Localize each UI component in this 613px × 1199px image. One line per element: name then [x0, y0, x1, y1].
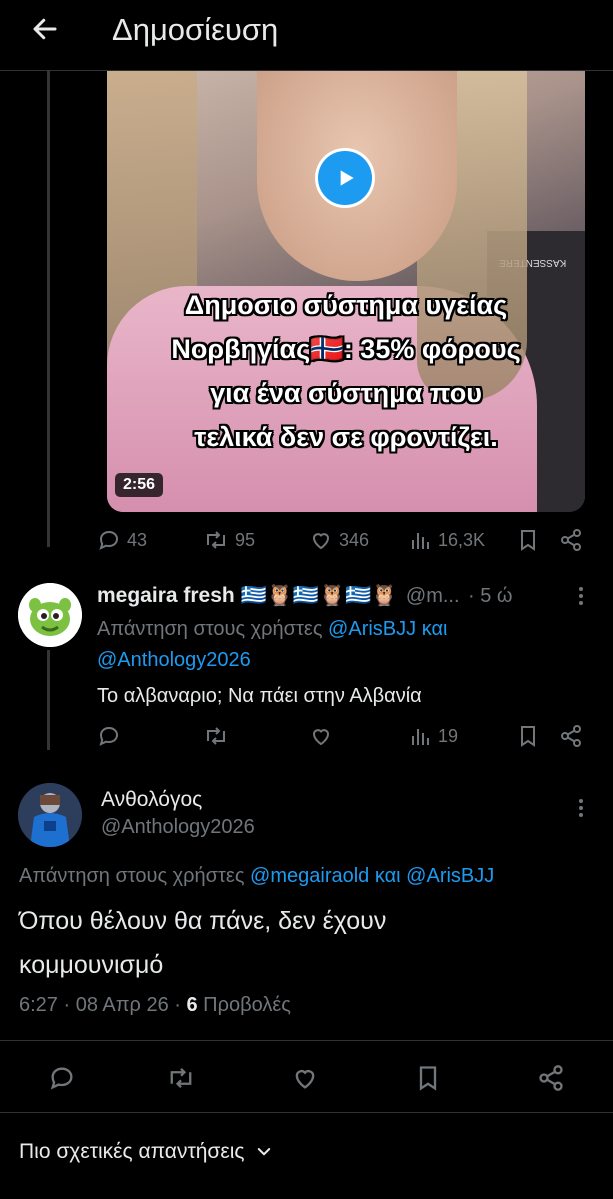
repost-count: 95 — [235, 529, 256, 550]
chevron-down-icon — [257, 1148, 270, 1156]
share-button[interactable] — [559, 528, 583, 552]
heart-icon — [295, 1070, 315, 1089]
caption-line: για ένα σύστημα που — [210, 378, 482, 408]
thread-line — [47, 70, 50, 547]
share-button[interactable] — [559, 724, 583, 748]
bookmark-button[interactable] — [517, 528, 539, 552]
like-button[interactable] — [291, 1064, 319, 1092]
views-icon — [412, 533, 429, 549]
replying-to-and: και — [416, 618, 448, 640]
repost-button[interactable] — [203, 724, 229, 748]
share-icon — [561, 529, 581, 551]
divider — [0, 1040, 613, 1041]
display-name[interactable]: Ανθολόγος — [101, 788, 202, 812]
top-bar: Δημοσίευση — [0, 0, 613, 71]
user-handle[interactable]: @m... — [406, 585, 460, 607]
like-count: 346 — [339, 529, 370, 550]
replying-to: Απάντηση στους χρήστες @ArisBJJ και @Ant… — [97, 614, 577, 676]
thread-line — [47, 650, 50, 750]
avatar[interactable] — [18, 583, 82, 647]
reply-button[interactable]: 43 — [97, 528, 147, 552]
bookmark-icon — [419, 1066, 437, 1091]
views-icon — [412, 729, 429, 745]
views-count: 16,3K — [438, 529, 486, 550]
replying-to-label: Απάντηση στους χρήστες — [19, 865, 251, 887]
bookmark-button[interactable] — [517, 724, 539, 748]
share-icon — [561, 725, 581, 747]
avatar[interactable] — [18, 783, 82, 847]
reply-icon — [50, 1067, 73, 1090]
video-caption: Δημοσιο σύστημα υγείας Νορβηγίας🇳🇴: 35% … — [117, 283, 575, 459]
mention-link[interactable]: @Anthology2026 — [97, 649, 251, 671]
replying-to-and: και — [369, 865, 407, 887]
reply-text: Το αλβαναριο; Να πάει στην Αλβανία — [97, 685, 422, 707]
display-name[interactable]: megaira fresh 🇬🇷🦉🇬🇷🦉🇬🇷🦉 — [97, 584, 397, 607]
reply-icon — [99, 726, 119, 746]
share-button[interactable] — [537, 1064, 565, 1092]
page-title: Δημοσίευση — [112, 12, 279, 47]
repost-icon — [170, 1067, 192, 1089]
post-text: Όπου θέλουν θα πάνε, δεν έχουν κομμουνισ… — [19, 899, 386, 987]
post-text-line: Όπου θέλουν θα πάνε, δεν έχουν — [19, 907, 387, 935]
timestamp-text: 6:27 · 08 Απρ 26 · — [19, 994, 187, 1016]
heart-icon — [312, 533, 330, 550]
back-arrow-icon[interactable] — [26, 10, 64, 48]
caption-line: τελικά δεν σε φροντίζει. — [194, 422, 498, 452]
caption-line: Δημοσιο σύστημα υγείας — [184, 290, 508, 320]
views-count: 19 — [438, 725, 459, 746]
reply-button[interactable] — [48, 1064, 76, 1092]
repost-button[interactable]: 95 — [203, 528, 255, 552]
reply-count: 43 — [127, 529, 148, 550]
post-time: · 5 ώ — [468, 585, 513, 607]
views-button[interactable]: 19 — [410, 724, 458, 748]
views-label: Προβολές — [197, 994, 291, 1016]
video-duration: 2:56 — [115, 473, 164, 497]
repost-button[interactable] — [166, 1064, 196, 1092]
reply-button[interactable] — [97, 724, 121, 748]
mention-link[interactable]: @megairaold — [250, 865, 369, 887]
replying-to-label: Απάντηση στους χρήστες — [97, 618, 329, 640]
share-icon — [539, 1065, 563, 1091]
bookmark-icon — [521, 530, 535, 551]
sort-replies-dropdown[interactable]: Πιο σχετικές απαντήσεις — [19, 1140, 273, 1164]
mention-link[interactable]: @ArisBJJ — [406, 865, 494, 887]
repost-icon — [207, 727, 225, 745]
more-options-icon[interactable] — [571, 796, 591, 825]
reply-icon — [99, 530, 119, 550]
play-button-icon[interactable] — [315, 148, 375, 208]
replying-to: Απάντηση στους χρήστες @megairaold και @… — [19, 861, 494, 892]
repost-icon — [207, 531, 225, 549]
sort-label: Πιο σχετικές απαντήσεις — [19, 1140, 245, 1163]
like-button[interactable]: 346 — [309, 528, 369, 552]
mention-link[interactable]: @ArisBJJ — [328, 618, 416, 640]
heart-icon — [312, 729, 330, 746]
post-timestamp: 6:27 · 08 Απρ 26 · 6 Προβολές — [19, 994, 291, 1017]
views-button[interactable]: 16,3K — [410, 528, 485, 552]
bookmark-button[interactable] — [415, 1064, 441, 1092]
like-button[interactable] — [309, 724, 333, 748]
user-handle[interactable]: @Anthology2026 — [101, 816, 255, 839]
divider — [0, 1112, 613, 1113]
reply-header: megaira fresh 🇬🇷🦉🇬🇷🦉🇬🇷🦉 @m... · 5 ώ — [97, 584, 567, 608]
more-options-icon[interactable] — [571, 584, 591, 613]
bookmark-icon — [521, 726, 535, 747]
video-player[interactable]: KASSENTERE Δημοσιο σύστημα υγείας Νορβηγ… — [107, 71, 585, 512]
caption-line: Νορβηγίας🇳🇴: 35% φόρους — [171, 334, 521, 364]
post-text-line: κομμουνισμό — [19, 951, 164, 979]
views-count: 6 — [186, 994, 198, 1016]
